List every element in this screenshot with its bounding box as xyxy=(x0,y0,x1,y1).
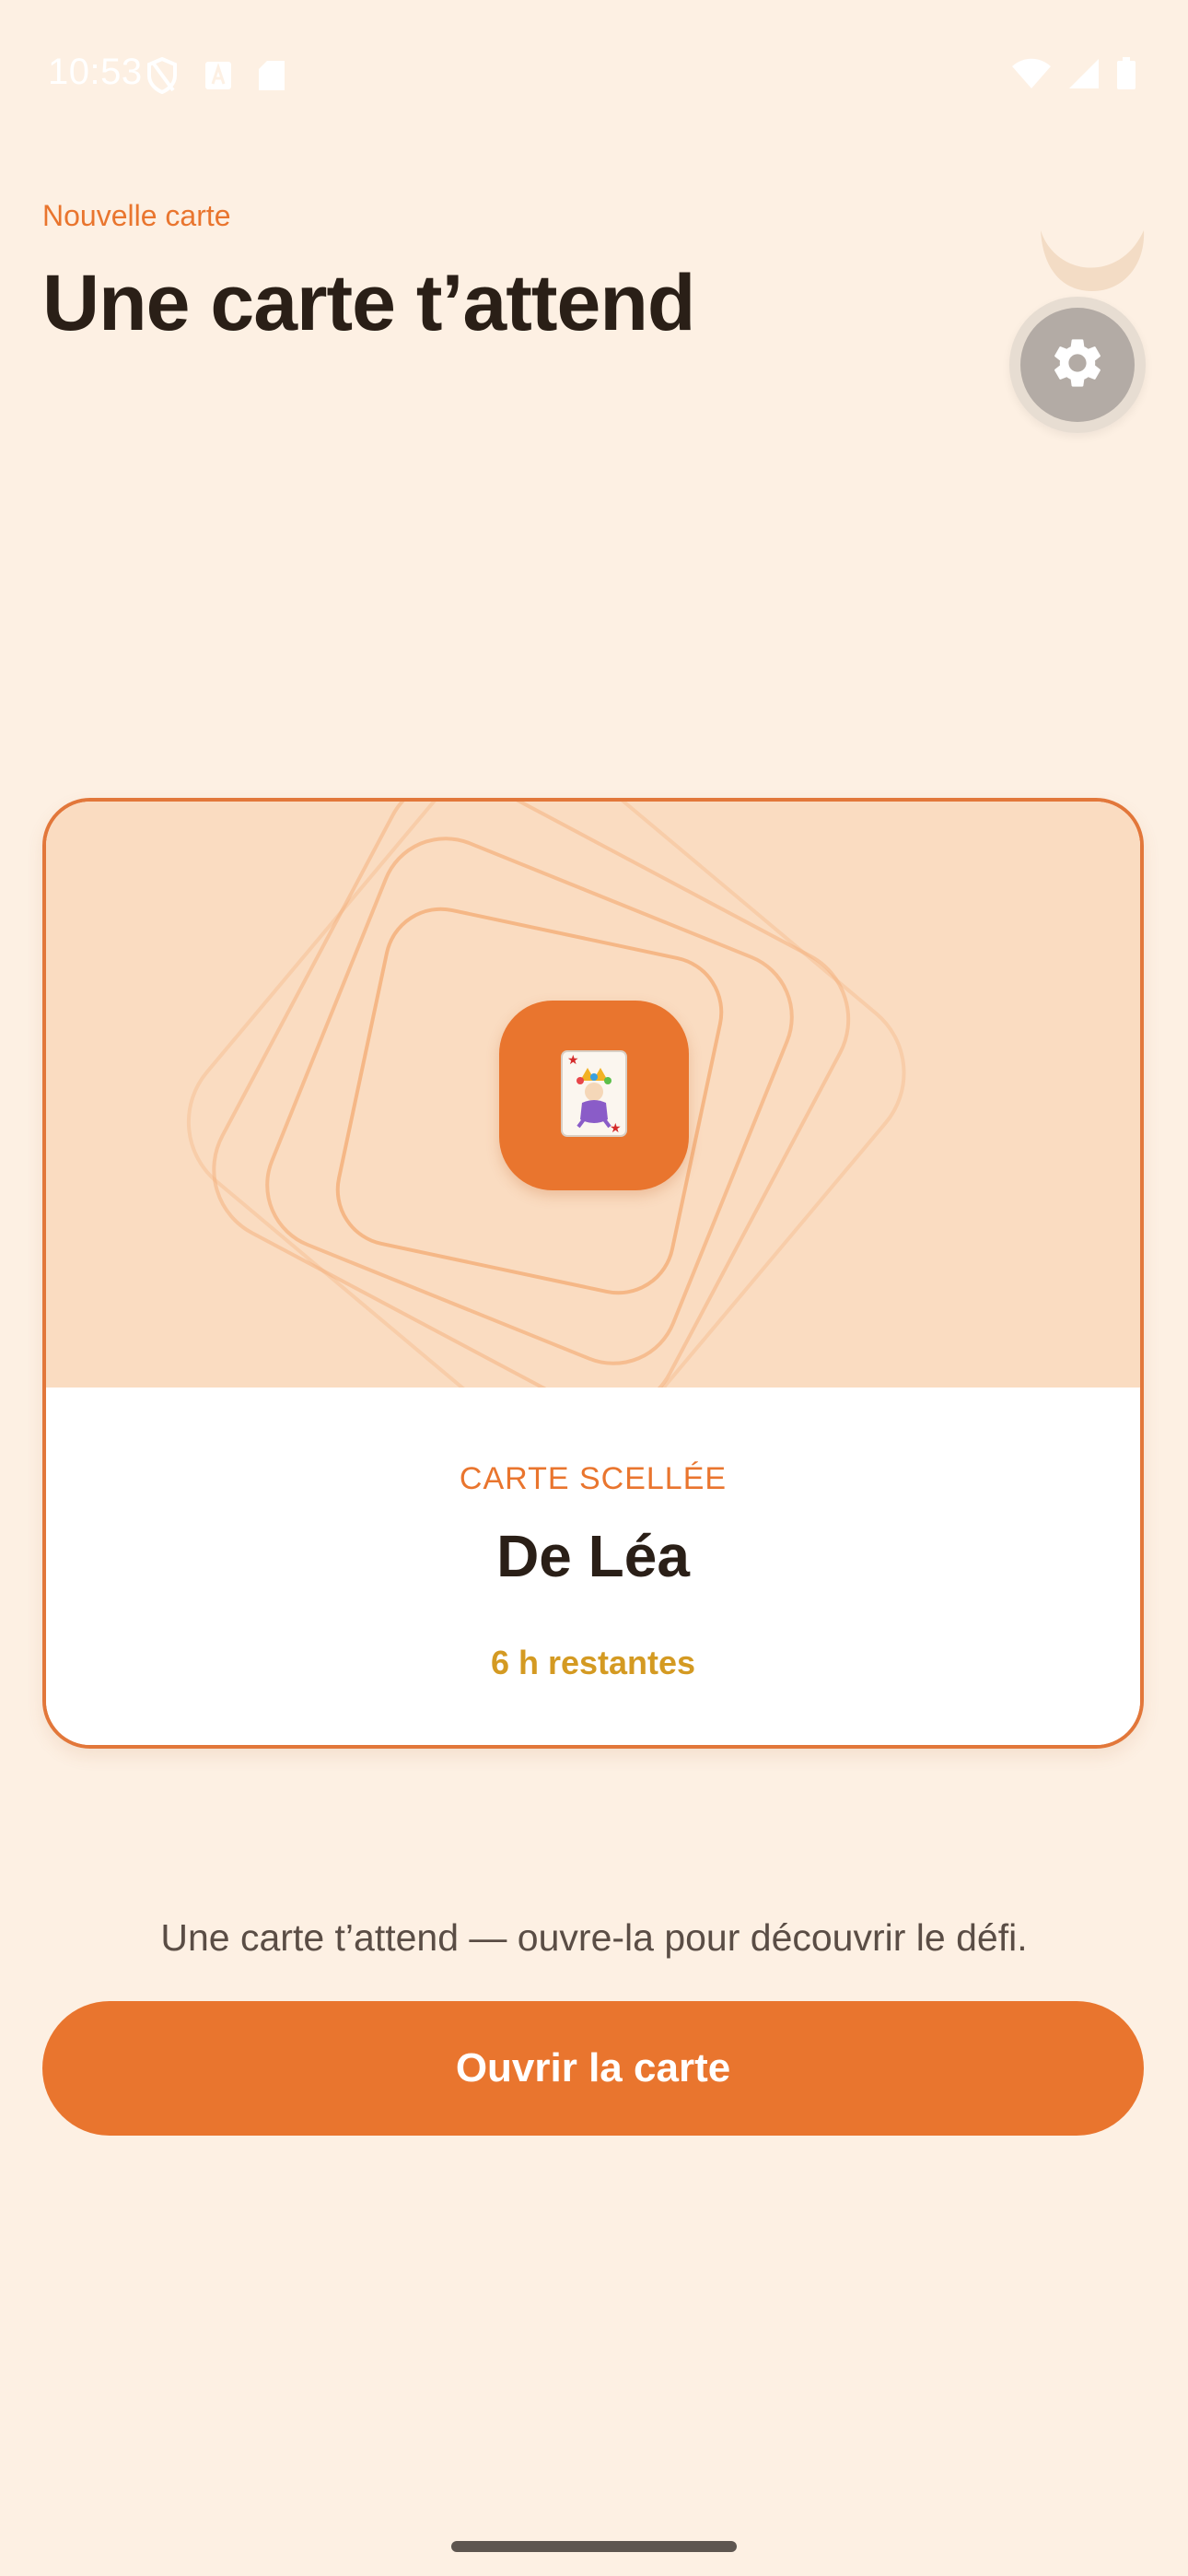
eyebrow-label: Nouvelle carte xyxy=(42,199,231,232)
settings-button[interactable] xyxy=(1009,297,1146,433)
battery-icon xyxy=(1116,57,1136,90)
status-time: 10:53 xyxy=(48,52,143,92)
card-artwork: ★ ★ xyxy=(46,802,1140,1388)
open-card-button[interactable]: Ouvrir la carte xyxy=(42,2001,1144,2136)
gear-icon xyxy=(1048,334,1107,397)
settings-button-inner[interactable] xyxy=(1020,308,1135,422)
moon-icon xyxy=(1037,212,1147,304)
sealed-card[interactable]: ★ ★ CARTE SCELLÉE De Léa 6 h restantes xyxy=(42,798,1144,1749)
card-time-remaining: 6 h restantes xyxy=(490,1644,696,1681)
helper-text: Une carte t’attend — ouvre-la pour décou… xyxy=(160,1916,1028,1959)
card-info: CARTE SCELLÉE De Léa 6 h restantes xyxy=(46,1388,1140,1745)
card-status-label: CARTE SCELLÉE xyxy=(459,1461,728,1496)
home-indicator[interactable] xyxy=(451,2541,737,2552)
status-bar: 10:53 xyxy=(0,0,1188,147)
joker-card-icon: ★ ★ xyxy=(560,1049,628,1142)
wifi-icon xyxy=(1011,58,1052,89)
status-left-icons xyxy=(146,57,285,94)
page-title: Une carte t’attend xyxy=(42,259,695,347)
svg-text:★: ★ xyxy=(610,1121,622,1136)
svg-text:★: ★ xyxy=(567,1053,579,1068)
card-app-tile: ★ ★ xyxy=(499,1001,689,1190)
vpn-shield-icon xyxy=(146,57,179,94)
font-a-icon xyxy=(204,61,232,90)
card-sender: De Léa xyxy=(496,1523,690,1589)
status-right-icons xyxy=(1011,57,1136,90)
cellular-signal-icon xyxy=(1068,58,1100,89)
sd-card-icon xyxy=(258,60,285,91)
